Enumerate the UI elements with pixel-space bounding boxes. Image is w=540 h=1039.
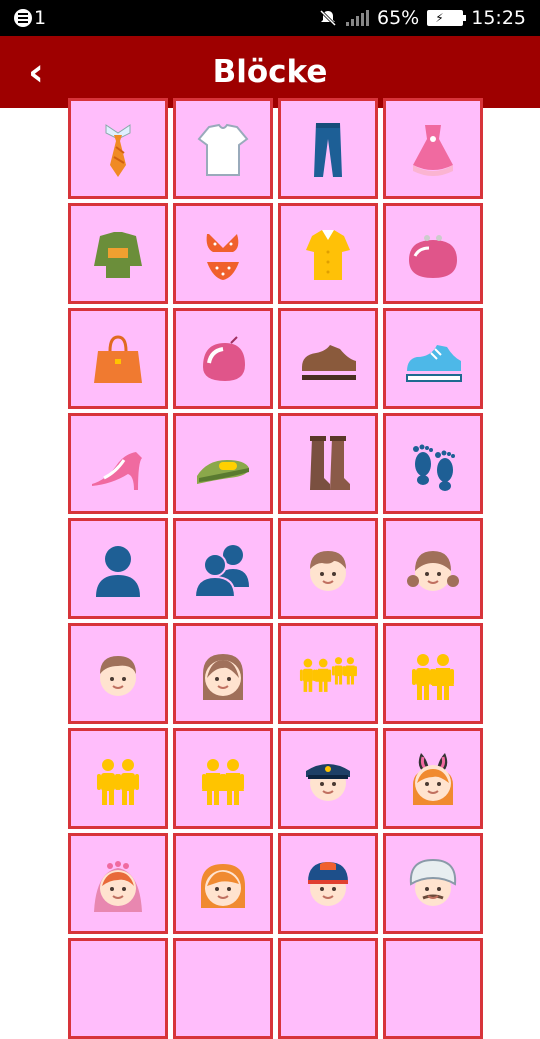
bunny-ears-icon <box>413 752 453 805</box>
tshirt-icon <box>197 123 249 176</box>
emoji-tile[interactable] <box>68 518 168 619</box>
status-bar: 1 65% ⚡ 15:25 <box>0 0 540 36</box>
emoji-tile[interactable] <box>68 623 168 724</box>
emoji-tile[interactable] <box>173 98 273 199</box>
emoji-tile[interactable] <box>383 728 483 829</box>
emoji-tile[interactable] <box>68 98 168 199</box>
two-women-holding-hands-icon <box>202 758 244 805</box>
emoji-tile[interactable] <box>383 623 483 724</box>
man-face-icon <box>100 655 136 696</box>
emoji-tile[interactable] <box>278 518 378 619</box>
jeans-icon <box>314 122 342 177</box>
necktie-icon <box>105 123 131 177</box>
emoji-tile[interactable] <box>278 308 378 409</box>
emoji-tile[interactable] <box>278 203 378 304</box>
emoji-tile[interactable] <box>68 833 168 934</box>
clock: 15:25 <box>471 7 526 29</box>
emoji-tile[interactable] <box>383 938 483 1039</box>
purse-icon <box>409 234 457 278</box>
emoji-tile[interactable] <box>383 518 483 619</box>
emoji-tile[interactable] <box>278 833 378 934</box>
battery-percent: 65% <box>377 7 420 29</box>
girl-icon <box>407 550 459 591</box>
sneaker-icon <box>406 344 462 382</box>
mans-shoe-icon <box>302 344 356 380</box>
kimono-icon <box>94 231 142 278</box>
handbag-icon <box>94 334 142 383</box>
man-woman-holding-hands-icon <box>412 653 454 700</box>
sandal-icon <box>197 459 249 484</box>
status-right: 65% ⚡ 15:25 <box>318 0 526 36</box>
dress-icon <box>413 124 453 176</box>
bikini-icon <box>206 233 239 280</box>
emoji-tile[interactable] <box>173 623 273 724</box>
emoji-tile[interactable] <box>173 728 273 829</box>
emoji-tile[interactable] <box>173 518 273 619</box>
mute-icon <box>319 9 337 27</box>
pouch-icon <box>203 335 245 381</box>
two-men-holding-hands-icon <box>97 758 139 805</box>
back-button[interactable]: ‹ <box>20 52 52 92</box>
emoji-tile[interactable] <box>383 833 483 934</box>
womans-blouse-icon <box>306 229 350 280</box>
emoji-tile[interactable] <box>68 938 168 1039</box>
emoji-tile[interactable] <box>278 413 378 514</box>
police-officer-icon <box>306 763 350 801</box>
emoji-tile[interactable] <box>383 413 483 514</box>
emoji-tile[interactable] <box>278 728 378 829</box>
emoji-tile[interactable] <box>173 833 273 934</box>
high-heel-icon <box>92 451 142 490</box>
bust-silhouette-icon <box>96 545 140 597</box>
man-with-turban-icon <box>409 858 457 906</box>
battery-icon: ⚡ <box>427 10 467 26</box>
emoji-tile[interactable] <box>383 203 483 304</box>
emoji-tile[interactable] <box>68 728 168 829</box>
woman-face-icon <box>203 653 243 700</box>
status-left: 1 <box>14 0 46 36</box>
emoji-tile[interactable] <box>68 308 168 409</box>
family-icon <box>299 656 357 692</box>
blond-person-icon <box>201 863 245 908</box>
emoji-tile[interactable] <box>173 413 273 514</box>
emoji-tile[interactable] <box>68 203 168 304</box>
notification-icon <box>14 9 32 27</box>
emoji-tile[interactable] <box>383 98 483 199</box>
busts-silhouette-icon <box>193 544 249 598</box>
footprints-icon <box>413 444 455 491</box>
emoji-tile[interactable] <box>173 203 273 304</box>
boy-icon <box>310 550 346 591</box>
emoji-tile[interactable] <box>278 938 378 1039</box>
emoji-tile[interactable] <box>173 308 273 409</box>
notification-count: 1 <box>34 7 47 29</box>
emoji-tile[interactable] <box>383 308 483 409</box>
signal-icon <box>346 10 369 26</box>
boots-icon <box>310 435 350 490</box>
bride-with-veil-icon <box>94 860 142 912</box>
man-with-cap-icon <box>308 861 348 906</box>
emoji-tile[interactable] <box>68 413 168 514</box>
emoji-tile[interactable] <box>278 623 378 724</box>
emoji-tile[interactable] <box>173 938 273 1039</box>
emoji-tile[interactable] <box>278 98 378 199</box>
